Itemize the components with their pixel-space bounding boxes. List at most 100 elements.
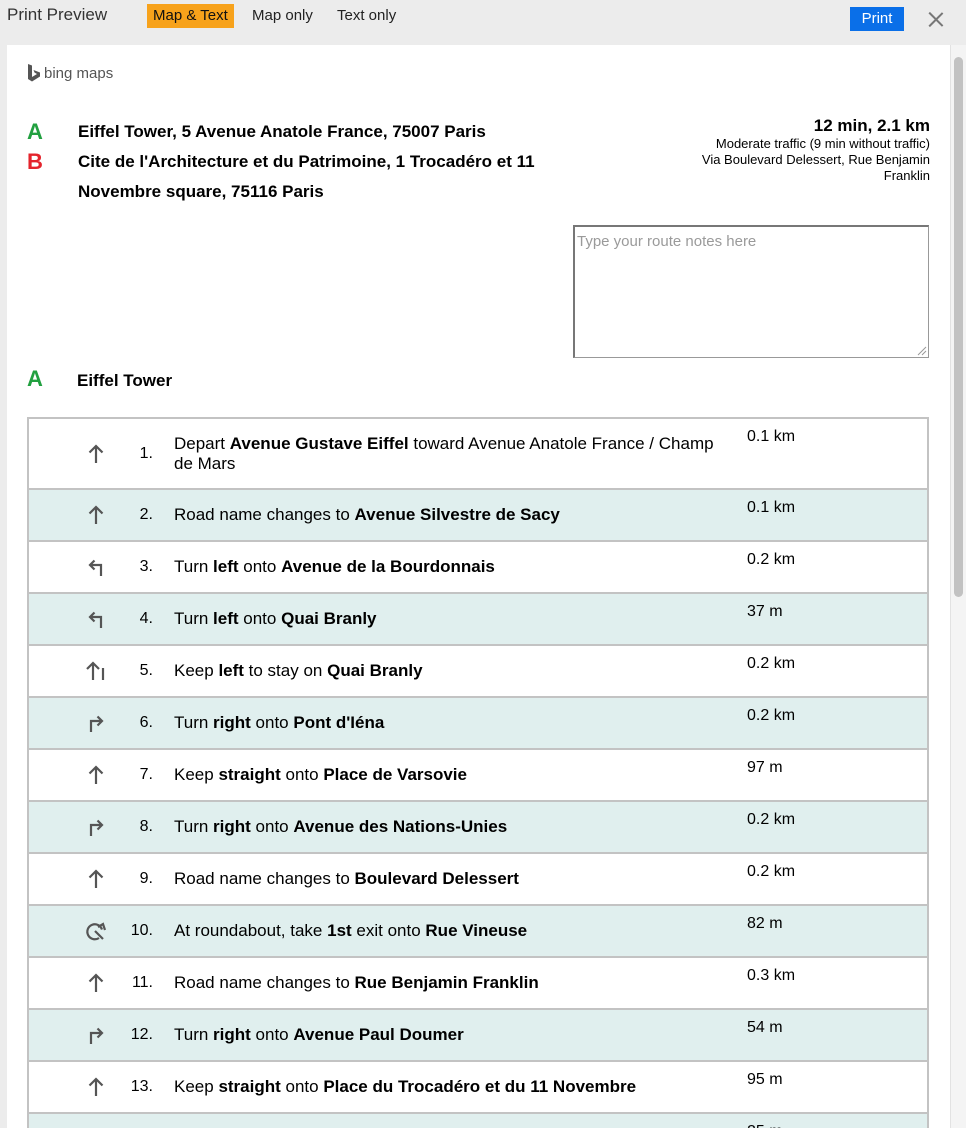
direction-step: 10. At roundabout, take 1st exit onto Rue… [27, 906, 929, 958]
instruction-bold-text: 1st [327, 921, 352, 940]
step-distance: 0.1 km [747, 428, 796, 445]
arrow-up-icon [84, 854, 108, 904]
instruction-text: onto [238, 609, 282, 628]
instruction-text: Keep [174, 1077, 219, 1096]
scrollbar-thumb[interactable] [954, 57, 963, 597]
instruction-text: onto [250, 713, 294, 732]
step-number: 11. [131, 974, 153, 991]
start-name: Eiffel Tower [77, 371, 173, 390]
instruction-bold-text: Avenue Gustave Eiffel [229, 433, 409, 453]
direction-step: 9. Road name changes to Boulevard Delesse… [27, 854, 929, 906]
instruction-bold-text: left [213, 609, 239, 628]
instruction-bold-text: Avenue des Nations-Unies [293, 817, 508, 836]
arrow-up-icon [84, 419, 108, 488]
instruction-text: Depart [174, 433, 230, 453]
step-number: 10. [130, 922, 153, 939]
instruction-text: Keep [174, 765, 219, 784]
step-distance: 0.2 km [747, 655, 796, 672]
step-instruction: Turn right onto Avenue Paul Doumer [174, 1025, 714, 1045]
step-distance: 25 m [747, 1123, 783, 1128]
instruction-bold-text: Place du Trocadéro et du 11 Novembre [323, 1077, 637, 1096]
instruction-bold-text: Rue Benjamin Franklin [354, 973, 539, 992]
instruction-text: onto [238, 557, 282, 576]
turn-right-icon [84, 1010, 108, 1060]
instruction-text: Turn [174, 817, 214, 836]
step-distance: 0.3 km [747, 967, 796, 984]
step-number: 6. [139, 714, 153, 731]
arrow-up-icon [84, 1062, 108, 1112]
step-instruction: Road name changes to Boulevard Delessert [174, 869, 714, 889]
arrow-up-icon [84, 750, 108, 800]
resize-grip-icon[interactable] [915, 344, 927, 356]
direction-step: 2. Road name changes to Avenue Silvestre … [27, 490, 929, 542]
instruction-bold-text: Boulevard Delessert [354, 869, 519, 888]
instruction-text: Keep [174, 661, 219, 680]
instruction-text: Turn [174, 1025, 214, 1044]
tab-map-and-text[interactable]: Map & Text [147, 4, 234, 28]
instruction-text: onto [250, 817, 294, 836]
tab-text-only[interactable]: Text only [331, 4, 402, 28]
step-instruction: Depart Avenue Gustave Eiffel toward Aven… [174, 434, 714, 474]
turn-left-icon [84, 542, 108, 592]
instruction-text: to stay on [243, 661, 328, 680]
step-distance: 0.2 km [747, 863, 796, 880]
instruction-text: Turn [174, 609, 214, 628]
arrow-up-icon [84, 958, 108, 1008]
roundabout-icon [84, 906, 108, 956]
step-distance: 95 m [747, 1071, 783, 1088]
step-distance: 37 m [747, 603, 783, 620]
print-button[interactable]: Print [850, 7, 904, 31]
step-distance: 54 m [747, 1019, 783, 1036]
route-summary: 12 min, 2.1 km Moderate traffic (9 min w… [630, 116, 930, 184]
step-number: 9. [139, 870, 153, 887]
instruction-text: onto [280, 765, 324, 784]
instruction-bold-text: left [218, 661, 244, 680]
step-number: 5. [139, 662, 153, 679]
step-instruction: Turn left onto Quai Branly [174, 609, 714, 629]
bing-logo-icon [28, 64, 40, 82]
instruction-bold-text: right [213, 1025, 251, 1044]
tab-map-only[interactable]: Map only [246, 4, 319, 28]
instruction-bold-text: Quai Branly [281, 609, 377, 628]
step-distance: 0.2 km [747, 551, 796, 568]
direction-step: 7. Keep straight onto Place de Varsovie 97… [27, 750, 929, 802]
step-number: 12. [130, 1026, 153, 1043]
instruction-text: onto [250, 1025, 294, 1044]
instruction-text: onto [280, 1077, 324, 1096]
scrollbar[interactable] [950, 45, 966, 1128]
step-distance: 0.2 km [747, 811, 796, 828]
route-time-distance: 12 min, 2.1 km [813, 116, 930, 135]
step-distance: 97 m [747, 759, 783, 776]
close-icon[interactable] [926, 9, 946, 29]
instruction-bold-text: Place de Varsovie [323, 765, 467, 784]
route-via-line2: Franklin [883, 168, 930, 183]
step-instruction: Keep straight onto Place de Varsovie [174, 765, 714, 785]
instruction-bold-text: Avenue de la Bourdonnais [281, 557, 495, 576]
step-instruction: At roundabout, take 1st exit onto Rue Vi… [174, 921, 714, 941]
print-preview-title: Print Preview [7, 5, 108, 24]
instruction-text: Road name changes to [174, 505, 355, 524]
step-number: 13. [130, 1078, 153, 1095]
direction-step: 12. Turn right onto Avenue Paul Doumer 54 … [27, 1010, 929, 1062]
instruction-text: Turn [174, 713, 214, 732]
step-number: 7. [139, 766, 153, 783]
step-number: 2. [139, 506, 153, 523]
start-marker: A [27, 366, 43, 391]
instruction-bold-text: Quai Branly [327, 661, 423, 680]
step-distance: 0.1 km [747, 499, 796, 516]
instruction-bold-text: right [213, 817, 251, 836]
instruction-text: Road name changes to [174, 973, 355, 992]
origin-marker: A [27, 119, 43, 144]
instruction-text: Turn [174, 557, 214, 576]
print-preview-toolbar: Print Preview Map & Text Map only Text o… [0, 0, 966, 40]
arrow-up-icon [84, 490, 108, 540]
instruction-text: exit onto [351, 921, 426, 940]
instruction-bold-text: Pont d'Iéna [293, 713, 385, 732]
direction-step: 6. Turn right onto Pont d'Iéna 0.2 km [27, 698, 929, 750]
direction-step: 25 m [27, 1114, 929, 1128]
route-via-line1: Via Boulevard Delessert, Rue Benjamin [701, 152, 930, 167]
route-notes-input[interactable] [573, 225, 929, 358]
step-number: 4. [139, 610, 153, 627]
directions-list: 1. Depart Avenue Gustave Eiffel toward Av… [27, 417, 929, 1128]
step-number: 8. [139, 818, 153, 835]
